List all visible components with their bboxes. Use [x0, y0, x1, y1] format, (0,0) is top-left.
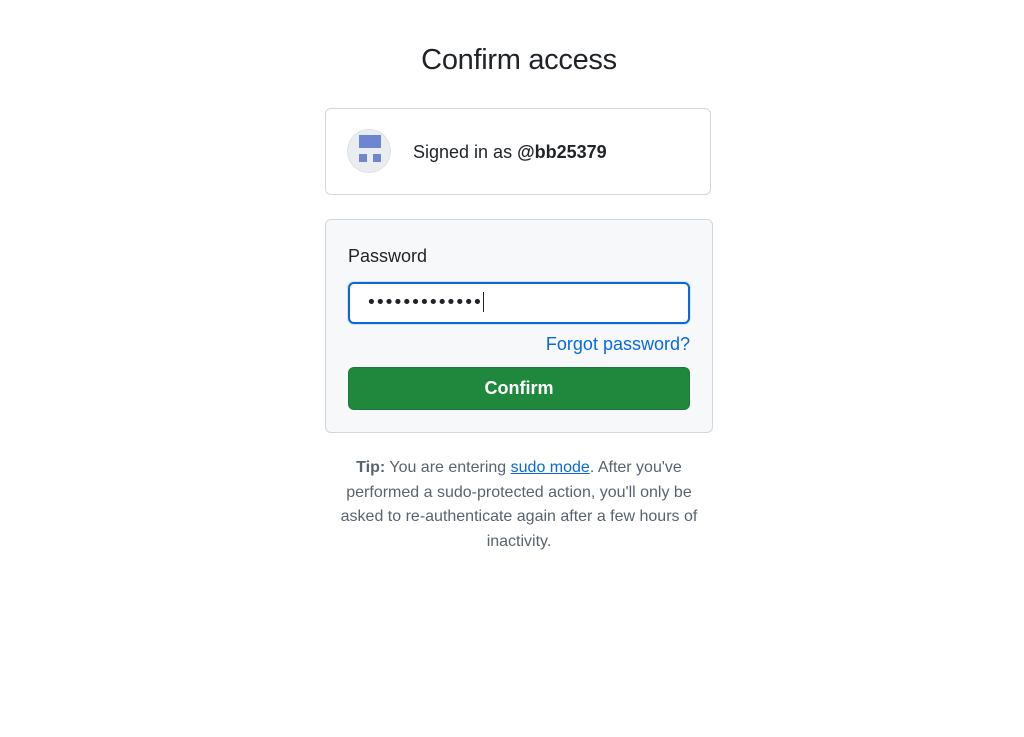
signed-in-account-box: Signed in as @bb25379 — [325, 108, 711, 195]
identicon-icon — [359, 135, 381, 148]
page-title: Confirm access — [421, 44, 617, 76]
forgot-password-link[interactable]: Forgot password? — [546, 334, 690, 355]
password-label: Password — [348, 246, 428, 266]
confirm-access-page: Confirm access Signed in as @bb25379 Pas… — [0, 0, 1024, 737]
confirm-button[interactable]: Confirm — [348, 367, 690, 410]
text-caret — [482, 292, 484, 312]
tip-label: Tip: — [356, 459, 386, 476]
identicon-block-left — [359, 154, 367, 162]
avatar — [347, 129, 391, 173]
password-input[interactable]: ••••••••••••• — [348, 282, 690, 324]
sudo-mode-tip: Tip: You are entering sudo mode. After y… — [334, 456, 704, 554]
signed-in-text: Signed in as @bb25379 — [413, 142, 607, 163]
password-value: ••••••••••••• — [366, 292, 483, 313]
identicon-block-right — [373, 154, 381, 162]
sudo-mode-link[interactable]: sudo mode — [511, 459, 590, 476]
tip-text-before: You are entering — [385, 459, 511, 476]
username: @bb25379 — [517, 142, 607, 162]
password-form: Password ••••••••••••• Forgot password? … — [325, 219, 713, 433]
signed-in-prefix: Signed in as — [413, 142, 518, 162]
